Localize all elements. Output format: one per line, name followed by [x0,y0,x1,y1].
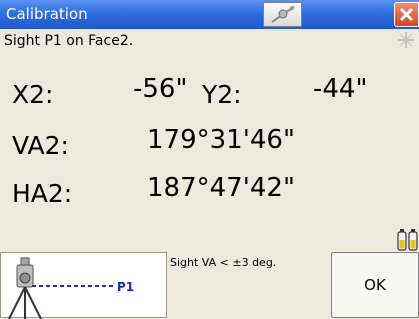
x2-value: -56" [133,74,188,104]
instruction-text: Sight P1 on Face2. [4,33,134,49]
crosshair-status-icon[interactable] [263,2,302,27]
bottom-panel: P1 Sight VA < ±3 deg. OK [0,252,419,319]
target-p1-label: P1 [117,280,135,294]
battery-icon [397,229,418,251]
close-icon [399,7,414,22]
y2-value: -44" [313,74,368,104]
total-station-icon [8,257,113,319]
close-button[interactable] [394,2,419,27]
target-panel: P1 [0,252,167,319]
title-bar: Calibration [0,0,419,29]
va2-value: 179°31'46" [147,125,295,155]
sight-va-note: Sight VA < ±3 deg. [170,256,277,269]
window-title: Calibration [6,5,88,23]
x2-label: X2: [12,80,54,109]
ha2-value: 187°47'42" [147,173,295,203]
va2-label: VA2: [12,131,69,160]
ha2-label: HA2: [12,179,73,208]
sparkle-icon [398,32,414,48]
ok-button[interactable]: OK [331,252,419,318]
y2-label: Y2: [202,80,242,109]
